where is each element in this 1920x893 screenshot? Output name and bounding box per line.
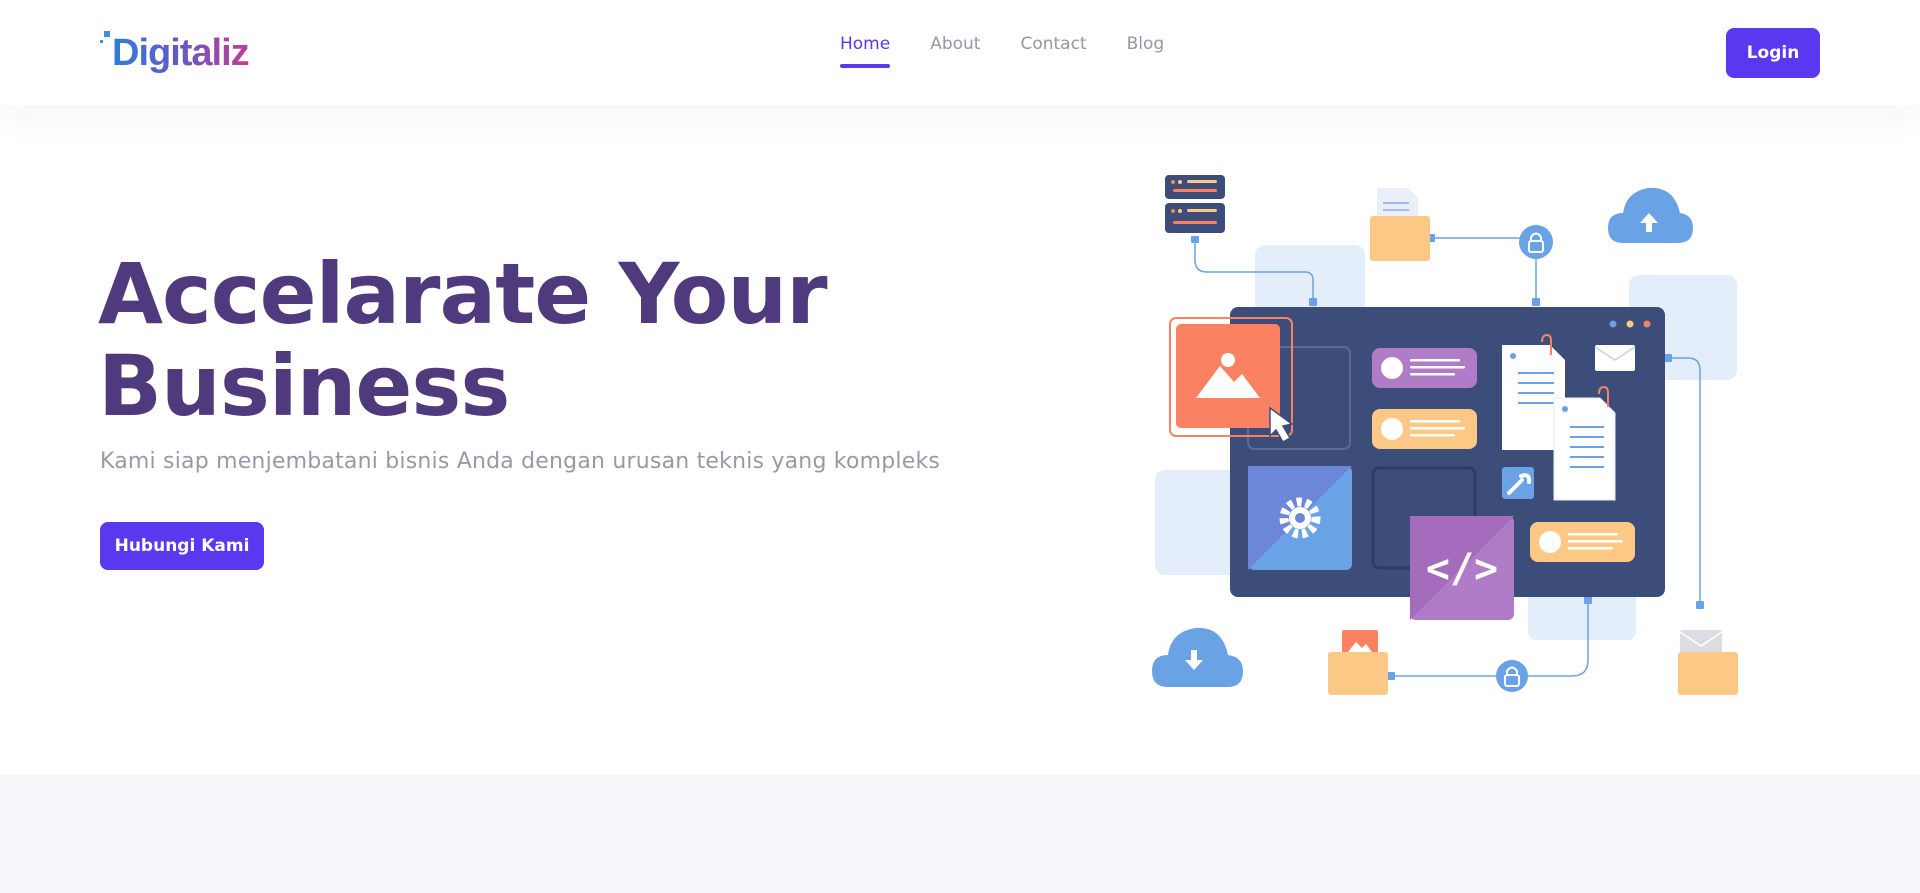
brand-name: Digitaliz xyxy=(112,28,250,78)
hero-illustration: </> xyxy=(1152,175,1738,695)
image-folder-icon xyxy=(1328,630,1388,695)
cloud-upload-icon xyxy=(1608,187,1693,243)
hero-title: Accelarate Your Business xyxy=(98,248,998,432)
nav-link-home[interactable]: Home xyxy=(840,34,891,68)
hero-subtitle: Kami siap menjembatani bisnis Anda denga… xyxy=(100,449,941,474)
mail-folder-icon xyxy=(1678,630,1738,695)
mail-icon xyxy=(1594,345,1636,371)
logo-dots-icon xyxy=(100,28,112,70)
wrench-icon xyxy=(1502,467,1534,499)
navbar: Digitaliz Home About Contact Blog Login xyxy=(0,0,1920,105)
main-nav: Home About Contact Blog xyxy=(840,34,1164,68)
brand-logo[interactable]: Digitaliz xyxy=(100,28,250,78)
server-icon xyxy=(1165,175,1225,233)
lock-icon xyxy=(1519,225,1553,259)
hero-title-line-2: Business xyxy=(98,337,510,435)
next-section-band xyxy=(0,775,1920,893)
list-card-yellow xyxy=(1372,409,1477,449)
settings-icon xyxy=(1248,466,1352,570)
hero-title-line-1: Accelarate Your xyxy=(98,245,828,343)
document-folder-icon xyxy=(1370,188,1430,261)
nav-link-about[interactable]: About xyxy=(930,34,980,68)
cloud-download-icon xyxy=(1152,627,1243,687)
code-icon: </> xyxy=(1410,516,1514,620)
list-card-yellow-2 xyxy=(1530,522,1635,562)
lock-icon xyxy=(1496,660,1528,692)
svg-text:</>: </> xyxy=(1426,546,1498,592)
login-button[interactable]: Login xyxy=(1726,28,1820,78)
list-card-purple xyxy=(1372,348,1477,388)
document-icon xyxy=(1553,385,1616,501)
nav-link-blog[interactable]: Blog xyxy=(1127,34,1165,68)
nav-link-contact[interactable]: Contact xyxy=(1020,34,1086,68)
contact-us-button[interactable]: Hubungi Kami xyxy=(100,522,264,570)
